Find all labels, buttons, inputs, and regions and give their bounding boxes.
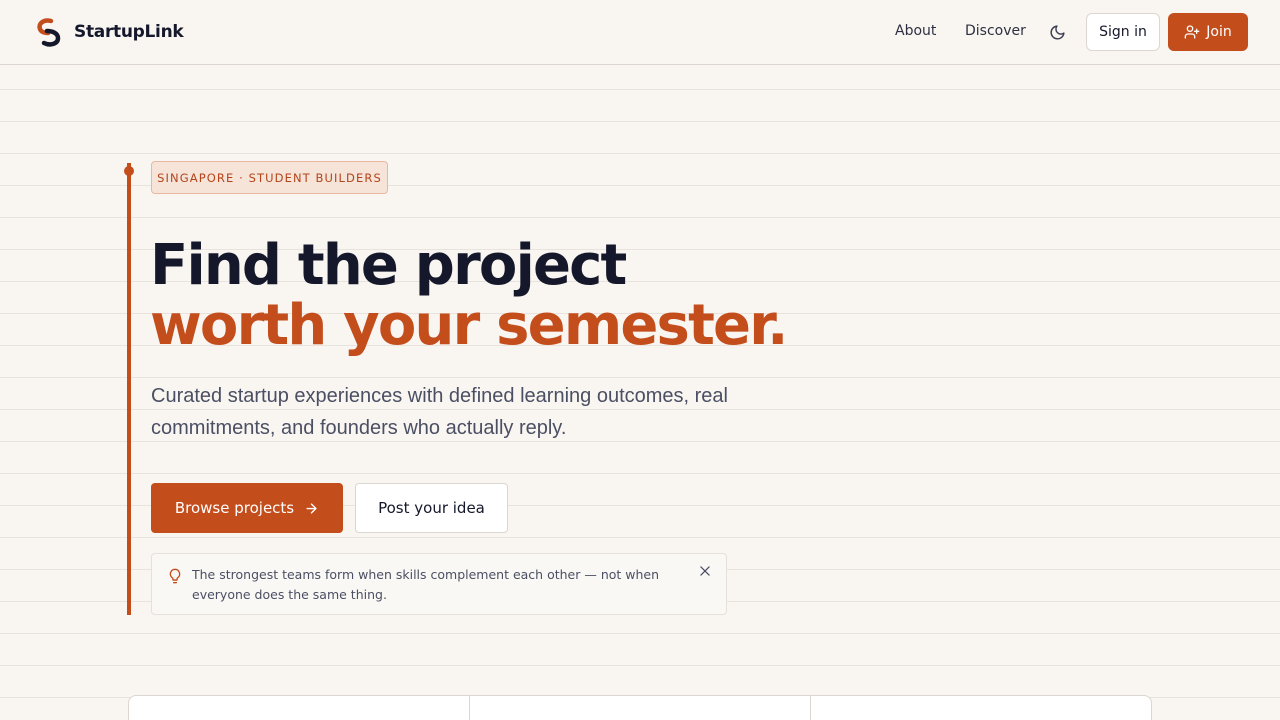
lightbulb-icon [169,568,181,584]
nav-discover-link[interactable]: Discover [965,23,1026,39]
sign-in-label: Sign in [1099,24,1147,40]
hero-headline: Find the project worth your semester. [150,236,850,356]
headline-line-1: Find the project [150,233,627,298]
sign-in-button[interactable]: Sign in [1086,13,1160,51]
join-label: Join [1206,24,1232,40]
stat-card [470,696,811,720]
join-button[interactable]: Join [1168,13,1248,51]
brand-name: StartupLink [74,22,184,42]
browse-projects-button[interactable]: Browse projects [151,483,343,533]
stat-card [811,696,1151,720]
stat-card [129,696,470,720]
timeline-accent-line [127,163,131,615]
arrow-right-icon [306,502,317,514]
user-plus-icon [1184,25,1200,39]
stats-cards-row [128,695,1152,720]
timeline-accent-dot [124,166,134,176]
theme-toggle-button[interactable] [1046,21,1068,43]
nav-about-link[interactable]: About [895,23,936,39]
hero-subtitle: Curated startup experiences with defined… [151,385,728,439]
post-idea-button[interactable]: Post your idea [355,483,508,533]
close-icon[interactable] [698,564,712,578]
tip-text: The strongest teams form when skills com… [192,567,660,602]
location-badge: SINGAPORE · STUDENT BUILDERS [151,161,388,194]
brand-home-link[interactable]: StartupLink [34,16,184,48]
post-idea-label: Post your idea [378,499,485,517]
browse-projects-label: Browse projects [174,499,295,517]
headline-line-2: worth your semester. [150,293,788,358]
top-navbar: StartupLink About Discover Sign in Join [0,0,1280,65]
startuplink-logo-icon [37,18,61,47]
moon-icon [1050,24,1065,39]
tip-card: The strongest teams form when skills com… [151,553,727,615]
location-badge-label: SINGAPORE · STUDENT BUILDERS [157,170,382,185]
